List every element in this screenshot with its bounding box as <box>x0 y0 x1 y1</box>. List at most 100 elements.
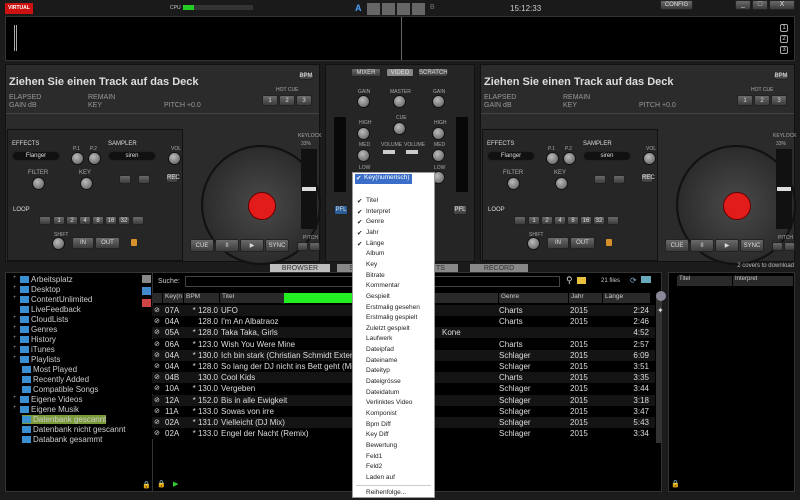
menu-item-reihenfolge[interactable]: Reihenfolge... <box>366 489 406 496</box>
search-icon[interactable]: ⚲ <box>566 275 573 286</box>
high-a-knob[interactable] <box>357 127 370 140</box>
tree-remove-icon[interactable] <box>142 299 151 307</box>
expand-icon[interactable]: + <box>13 275 17 281</box>
menu-item-dateidatum[interactable]: Dateidatum <box>366 389 399 396</box>
hotcue-button-1[interactable]: 1 <box>737 95 753 106</box>
loop-prev-button[interactable] <box>514 216 526 225</box>
col-length[interactable]: Länge <box>603 293 650 303</box>
pitch-up-button[interactable] <box>309 242 320 251</box>
loop-8-button[interactable]: 8 <box>92 216 104 225</box>
scratch-tab[interactable]: SCRATCH <box>418 68 448 77</box>
loop-32-button[interactable]: 32 <box>593 216 605 225</box>
loop-in-button[interactable]: IN <box>547 237 569 249</box>
sampler-next-button[interactable] <box>138 175 150 184</box>
bpm-button[interactable]: BPM <box>773 72 789 80</box>
expand-icon[interactable]: + <box>13 345 17 351</box>
transport-sync-button[interactable]: SYNC <box>265 239 289 252</box>
expand-icon[interactable]: + <box>13 325 17 331</box>
loop-next-button[interactable] <box>607 216 619 225</box>
tree-filter-icon[interactable] <box>142 275 151 283</box>
sample-select[interactable]: siren <box>108 151 156 161</box>
menu-item-erstmalig-gespielt[interactable]: Erstmalig gespielt <box>366 314 417 321</box>
minimize-button[interactable]: _ <box>735 0 751 10</box>
config-button[interactable]: CONFIG <box>660 0 693 10</box>
loop-1-button[interactable]: 1 <box>53 216 65 225</box>
col-bpm[interactable]: BPM <box>184 293 219 303</box>
menu-item-bewertung[interactable]: Bewertung <box>366 442 397 449</box>
menu-item-album[interactable]: Album <box>366 250 384 257</box>
sampler-prev-button[interactable] <box>119 175 131 184</box>
scrollbar[interactable] <box>656 293 662 443</box>
transport-cue-button[interactable]: CUE <box>665 239 689 252</box>
lock-icon[interactable]: 🔒 <box>157 480 166 488</box>
globe-icon[interactable] <box>656 291 666 301</box>
waveform-zoom-2[interactable]: 2 <box>780 35 788 43</box>
loop-lock-icon[interactable] <box>131 239 137 246</box>
menu-item-dateigrösse[interactable]: Dateigrösse <box>366 378 401 385</box>
close-button[interactable]: X <box>769 0 795 10</box>
folder-icon[interactable] <box>577 277 586 284</box>
menu-item-dateipfad[interactable]: Dateipfad <box>366 346 394 353</box>
sampler-vol-knob[interactable] <box>643 152 656 165</box>
side-lock-icon[interactable]: 🔒 <box>671 480 680 488</box>
menu-item-bpm-diff[interactable]: Bpm Diff <box>366 421 391 428</box>
menu-item-gespielt[interactable]: Gespielt <box>366 293 390 300</box>
menu-item-erstmalig-gesehen[interactable]: Erstmalig gesehen <box>366 304 420 311</box>
tree-item[interactable]: + Playlists <box>13 355 60 364</box>
sample-select[interactable]: siren <box>583 151 631 161</box>
effect-select[interactable]: Flanger <box>12 151 60 161</box>
tree-item[interactable]: + Genres <box>13 325 57 334</box>
side-col-title[interactable]: Titel <box>677 276 732 286</box>
pitch-down-button[interactable] <box>772 242 783 251</box>
video-tab[interactable]: VIDEO <box>386 68 414 77</box>
bpm-button[interactable]: BPM <box>298 72 314 80</box>
hotcue-button-1[interactable]: 1 <box>262 95 278 106</box>
pitch-up-button[interactable] <box>784 242 795 251</box>
transport-play-button[interactable]: ▶ <box>715 239 739 252</box>
loop-2-button[interactable]: 2 <box>66 216 78 225</box>
transport-sync-button[interactable]: SYNC <box>740 239 764 252</box>
deck-a-indicator[interactable]: A <box>355 3 362 13</box>
transport-pause-button[interactable]: II <box>690 239 714 252</box>
hotcue-button-2[interactable]: 2 <box>279 95 295 106</box>
sampler-next-button[interactable] <box>613 175 625 184</box>
pfl-a-button[interactable]: PFL <box>334 205 348 215</box>
transport-play-button[interactable]: ▶ <box>240 239 264 252</box>
col-key[interactable]: Key(n <box>163 293 183 303</box>
gain-a-knob[interactable] <box>357 95 370 108</box>
loop-4-button[interactable]: 4 <box>554 216 566 225</box>
col-year[interactable]: Jahr <box>569 293 602 303</box>
menu-item-feld1[interactable]: Feld1 <box>366 453 382 460</box>
shift-knob[interactable] <box>52 237 65 250</box>
sampler-rec-button[interactable]: REC <box>166 173 180 183</box>
loop-out-button[interactable]: OUT <box>95 237 120 249</box>
tree-item[interactable]: LiveFeedback <box>20 305 81 314</box>
loop-lock-icon[interactable] <box>606 239 612 246</box>
master-knob[interactable] <box>393 95 406 108</box>
tree-lock-icon[interactable]: 🔒 <box>142 481 151 489</box>
tree-item[interactable]: + CloudLists <box>13 315 68 324</box>
expand-icon[interactable]: + <box>13 295 17 301</box>
med-b-knob[interactable] <box>432 149 445 162</box>
maximize-button[interactable]: □ <box>752 0 768 10</box>
loop-8-button[interactable]: 8 <box>567 216 579 225</box>
expand-icon[interactable]: + <box>13 335 17 341</box>
menu-item-feld2[interactable]: Feld2 <box>366 463 382 470</box>
tree-item[interactable]: Datenbank nicht gescannt <box>22 425 126 434</box>
menu-item-bitrate[interactable]: Bitrate <box>366 272 385 279</box>
high-b-knob[interactable] <box>432 127 445 140</box>
loop-16-button[interactable]: 16 <box>580 216 592 225</box>
tree-item[interactable]: Datenbank gescannt <box>22 415 107 424</box>
tree-item[interactable]: + Eigene Musik <box>13 405 79 414</box>
sidelist-icon[interactable]: ✦ <box>657 306 664 315</box>
filter-knob[interactable] <box>507 177 520 190</box>
menu-item-laufwerk[interactable]: Laufwerk <box>366 335 392 342</box>
network-icon[interactable] <box>641 276 651 283</box>
sampler-prev-button[interactable] <box>594 175 606 184</box>
sampler-vol-knob[interactable] <box>168 152 181 165</box>
menu-item-länge[interactable]: ✔ Länge <box>357 240 384 248</box>
folder-tree[interactable]: + Arbeitsplatz + Desktop + ContentUnlimited Li… <box>5 272 153 492</box>
deck-b-indicator[interactable]: B <box>430 4 435 11</box>
pitch-slider-handle[interactable] <box>777 187 791 191</box>
pfl-b-button[interactable]: PFL <box>453 205 467 215</box>
